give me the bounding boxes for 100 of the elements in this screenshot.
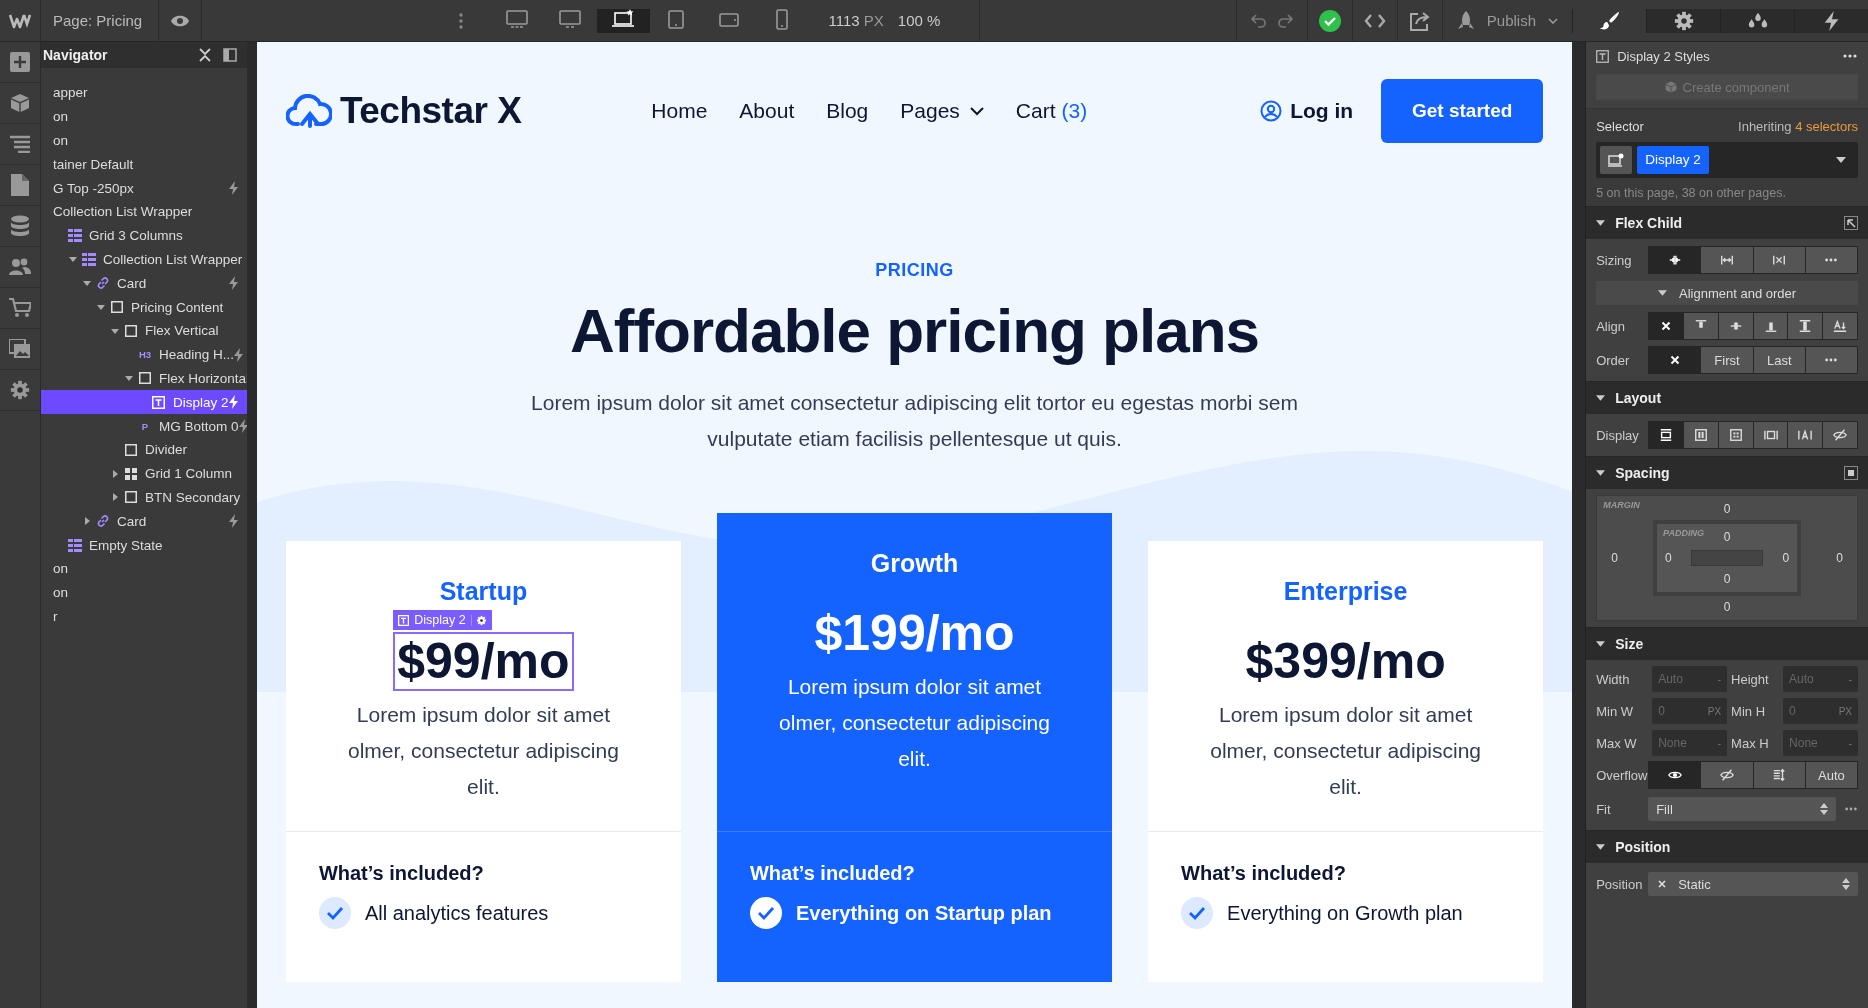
navigator-item[interactable]: on: [41, 580, 247, 605]
check-icon[interactable]: [1318, 9, 1341, 32]
nav-link[interactable]: Blog: [826, 99, 869, 123]
order-option[interactable]: First: [1701, 347, 1753, 373]
fit-select[interactable]: Fill: [1648, 797, 1836, 821]
margin-value[interactable]: 0: [1836, 551, 1843, 565]
nav-link[interactable]: About: [739, 99, 795, 123]
navigator-item[interactable]: Display 2: [41, 390, 247, 415]
page-icon[interactable]: [11, 174, 29, 196]
position-select[interactable]: Static: [1648, 872, 1858, 896]
nav-link[interactable]: Cart (3): [1015, 99, 1088, 123]
publish-button[interactable]: Publish: [1442, 0, 1572, 41]
align-option[interactable]: [1753, 313, 1788, 339]
navigator-item[interactable]: H3 Heading H...: [41, 342, 247, 367]
sizing-option[interactable]: [1701, 247, 1753, 273]
cube-icon[interactable]: [10, 93, 30, 113]
navigator-item[interactable]: apper: [41, 81, 247, 105]
align-option[interactable]: [1788, 313, 1823, 339]
more-icon[interactable]: [458, 12, 463, 29]
add-icon[interactable]: [10, 52, 30, 72]
cloud-logo-icon[interactable]: [285, 94, 332, 128]
display-option[interactable]: [1823, 422, 1858, 448]
logo-icon[interactable]: [9, 12, 31, 29]
caret-icon[interactable]: [1596, 220, 1606, 226]
navigator-item[interactable]: Grid 3 Columns: [41, 223, 247, 248]
overflow-option[interactable]: Auto: [1805, 762, 1858, 788]
eye-icon[interactable]: [170, 13, 191, 28]
nav-link[interactable]: Home: [651, 99, 708, 123]
margin-value[interactable]: 0: [1723, 502, 1731, 516]
navigator-item[interactable]: Pricing Content: [41, 295, 247, 319]
cart-icon[interactable]: [9, 298, 31, 318]
navigator-icon[interactable]: [10, 135, 30, 153]
breakpoint-button[interactable]: [596, 8, 650, 33]
padding-value[interactable]: 0: [1723, 530, 1731, 544]
selector-field[interactable]: Display 2: [1596, 142, 1858, 178]
login-link[interactable]: Log in: [1260, 99, 1354, 123]
caret-icon[interactable]: [1836, 157, 1846, 163]
caret-icon[interactable]: [111, 326, 119, 335]
order-option[interactable]: Last: [1753, 347, 1805, 373]
align-option[interactable]: [1684, 313, 1718, 339]
caret-icon[interactable]: [111, 493, 119, 502]
display-option[interactable]: [1788, 422, 1823, 448]
padding-value[interactable]: 0: [1665, 551, 1672, 565]
share-icon[interactable]: [1408, 10, 1431, 31]
navigator-item[interactable]: on: [41, 104, 247, 129]
display-option[interactable]: [1718, 422, 1753, 448]
navigator-item[interactable]: on: [41, 128, 247, 153]
alignment-toggle[interactable]: Alignment and order: [1596, 281, 1858, 305]
class-chip[interactable]: Display 2: [1637, 146, 1709, 174]
margin-value[interactable]: 0: [1611, 551, 1618, 565]
brand-name[interactable]: Techstar X: [339, 90, 522, 132]
panel-tab[interactable]: [1720, 8, 1794, 33]
caret-icon[interactable]: [1596, 844, 1606, 850]
panel-tab[interactable]: [1794, 8, 1868, 33]
caret-icon[interactable]: [1596, 395, 1606, 401]
navigator-item[interactable]: on: [41, 556, 247, 581]
navigator-item[interactable]: r: [41, 604, 247, 629]
overflow-option[interactable]: [1753, 762, 1805, 788]
caret-icon[interactable]: [111, 469, 119, 478]
align-option[interactable]: [1823, 313, 1858, 339]
navigator-item[interactable]: Grid 1 Column: [41, 461, 247, 486]
navigator-item[interactable]: Divider: [41, 437, 247, 462]
caret-icon[interactable]: [125, 374, 133, 383]
navigator-item[interactable]: Collection List Wrapper: [41, 200, 247, 224]
navigator-item[interactable]: Collection List Wrapper: [41, 247, 247, 272]
navigator-item[interactable]: Flex Vertical: [41, 318, 247, 343]
get-started-button[interactable]: Get started: [1381, 79, 1544, 143]
panel-tab[interactable]: [1646, 8, 1720, 33]
margin-value[interactable]: 0: [1723, 600, 1731, 614]
scrollbar[interactable]: [1572, 42, 1587, 1008]
code-icon[interactable]: [1363, 12, 1386, 29]
caret-icon[interactable]: [69, 255, 77, 264]
caret-icon[interactable]: [97, 303, 105, 312]
navigator-item[interactable]: G Top -250px: [41, 176, 247, 200]
box-model-icon[interactable]: [1844, 466, 1858, 480]
padding-value[interactable]: 0: [1723, 572, 1731, 586]
page-selector[interactable]: Page: Pricing: [41, 0, 160, 41]
navigator-item[interactable]: BTN Secondary: [41, 485, 247, 510]
caret-icon[interactable]: [1596, 641, 1606, 647]
navigator-item[interactable]: Empty State: [41, 533, 247, 557]
caret-icon[interactable]: [1596, 470, 1606, 476]
users-icon[interactable]: [9, 258, 31, 276]
size-input[interactable]: Auto: [1658, 672, 1718, 686]
navigator-item[interactable]: Card: [41, 509, 247, 534]
padding-editor[interactable]: PADDING 0 0 0 0: [1653, 520, 1802, 596]
arrow-icon[interactable]: [1844, 216, 1858, 230]
navigator-item[interactable]: tainer Default: [41, 152, 247, 177]
align-option[interactable]: [1718, 313, 1753, 339]
caret-icon[interactable]: [83, 517, 91, 526]
size-input[interactable]: None: [1789, 736, 1849, 750]
undo-icon[interactable]: [1250, 13, 1267, 28]
caret-icon[interactable]: [83, 279, 91, 288]
size-input[interactable]: None: [1658, 736, 1718, 750]
navigator-item[interactable]: Card: [41, 271, 247, 296]
margin-editor[interactable]: MARGIN 0 0 PADDING 0 0 0 0 0 0: [1596, 495, 1858, 621]
selection-label[interactable]: Display 2: [393, 610, 492, 631]
database-icon[interactable]: [10, 215, 30, 237]
redo-icon[interactable]: [1276, 13, 1293, 28]
nav-link[interactable]: Pages: [900, 99, 984, 123]
dock-icon[interactable]: [222, 48, 237, 62]
